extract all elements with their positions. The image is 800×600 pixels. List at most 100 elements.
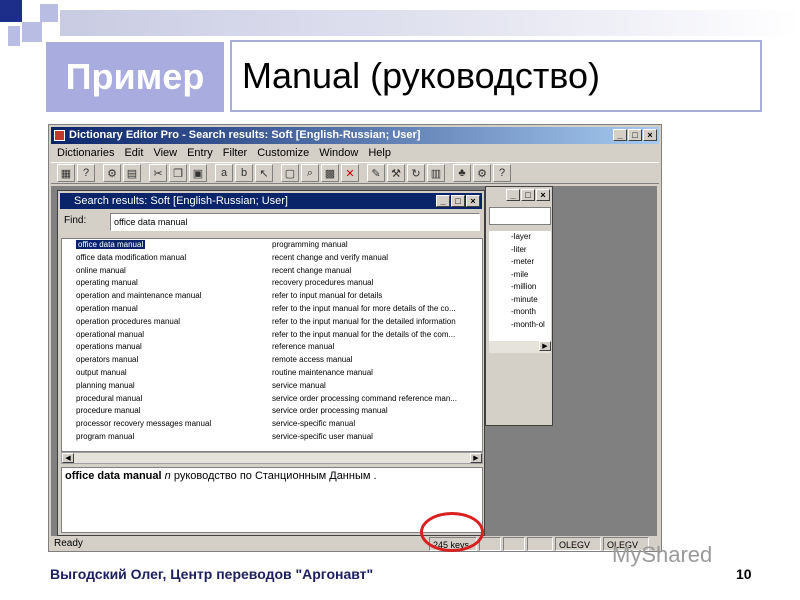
save-icon[interactable]: ▥ [427,164,445,182]
table-icon[interactable]: ▩ [321,164,339,182]
back-input[interactable] [489,207,551,225]
maximize-icon[interactable]: □ [451,195,465,207]
results-scrollbar[interactable]: ◀ ▶ [61,452,483,464]
settings-icon[interactable]: ⚙ [103,164,121,182]
result-left[interactable]: operational manual [62,329,272,342]
spell-icon[interactable]: a [215,164,233,182]
result-left[interactable]: operators manual [62,354,272,367]
scroll-right-icon[interactable]: ▶ [470,453,482,463]
list-item[interactable]: -liter [511,244,551,257]
result-right[interactable]: refer to the input manual for the detail… [272,329,468,342]
refresh-icon[interactable]: ↻ [407,164,425,182]
result-left[interactable]: operation and maintenance manual [62,290,272,303]
table-row[interactable]: procedural manual service order processin… [62,393,482,406]
table-row[interactable]: operational manual refer to the input man… [62,329,482,342]
back-scrollbar[interactable]: ▶ [489,341,551,353]
minimize-icon[interactable]: _ [506,189,520,201]
table-row[interactable]: output manual routine maintenance manual [62,367,482,380]
table-row[interactable]: office data manual programming manual [62,239,482,252]
result-right[interactable]: recent change manual [272,265,468,278]
minimize-icon[interactable]: _ [436,195,450,207]
list-item[interactable]: -million [511,281,551,294]
result-left[interactable]: online manual [62,265,272,278]
maximize-icon[interactable]: □ [628,129,642,141]
list-item[interactable]: -meter [511,256,551,269]
result-right[interactable]: service order processing command referen… [272,393,468,406]
list-item[interactable]: -mile [511,269,551,282]
search-window-titlebar[interactable]: Search results: Soft [English-Russian; U… [60,193,482,209]
help-icon[interactable]: ? [77,164,95,182]
table-row[interactable]: processor recovery messages manual servic… [62,418,482,431]
table-row[interactable]: program manual service-specific user manu… [62,431,482,444]
result-right[interactable]: recovery procedures manual [272,277,468,290]
result-left[interactable]: procedure manual [62,405,272,418]
table-row[interactable]: operators manual remote access manual [62,354,482,367]
document-icon[interactable]: ▤ [123,164,141,182]
table-row[interactable]: planning manual service manual [62,380,482,393]
result-right[interactable]: service manual [272,380,468,393]
menu-view[interactable]: View [153,145,177,161]
app-titlebar[interactable]: Dictionary Editor Pro - Search results: … [51,127,659,144]
delete-icon[interactable]: ✕ [341,164,359,182]
result-left[interactable]: operation manual [62,303,272,316]
result-left[interactable]: processor recovery messages manual [62,418,272,431]
users-icon[interactable]: ♣ [453,164,471,182]
close-icon[interactable]: × [466,195,480,207]
maximize-icon[interactable]: □ [521,189,535,201]
cut-icon[interactable]: ✂ [149,164,167,182]
result-right[interactable]: refer to the input manual for more detai… [272,303,468,316]
result-right[interactable]: service-specific user manual [272,431,468,444]
minimize-icon[interactable]: _ [613,129,627,141]
menu-edit[interactable]: Edit [124,145,143,161]
list-item[interactable]: -month-ol [511,319,551,332]
result-right[interactable]: reference manual [272,341,468,354]
table-row[interactable]: operation manual refer to the input manua… [62,303,482,316]
result-right[interactable]: refer to the input manual for the detail… [272,316,468,329]
menu-entry[interactable]: Entry [187,145,213,161]
result-right[interactable]: routine maintenance manual [272,367,468,380]
find-input[interactable]: office data manual [110,213,480,231]
grid-icon[interactable]: ▦ [57,164,75,182]
copy-icon[interactable]: ❐ [169,164,187,182]
paste-icon[interactable]: ▣ [189,164,207,182]
edit-icon[interactable]: ✎ [367,164,385,182]
result-left[interactable]: operation procedures manual [62,316,272,329]
result-left[interactable]: operations manual [62,341,272,354]
table-row[interactable]: operations manual reference manual [62,341,482,354]
close-icon[interactable]: × [536,189,550,201]
format-icon[interactable]: b [235,164,253,182]
result-left[interactable]: planning manual [62,380,272,393]
menu-help[interactable]: Help [368,145,391,161]
table-row[interactable]: operation and maintenance manual refer to… [62,290,482,303]
result-left[interactable]: output manual [62,367,272,380]
menu-customize[interactable]: Customize [257,145,309,161]
result-left[interactable]: program manual [62,431,272,444]
menu-dictionaries[interactable]: Dictionaries [57,145,114,161]
close-icon[interactable]: × [643,129,657,141]
back-child-window[interactable]: _ □ × -layer -liter -meter -mile -millio… [485,186,553,426]
table-row[interactable]: office data modification manual recent ch… [62,252,482,265]
table-row[interactable]: procedure manual service order processing… [62,405,482,418]
list-item[interactable]: -month [511,306,551,319]
result-right[interactable]: refer to input manual for details [272,290,468,303]
result-left[interactable]: office data modification manual [62,252,272,265]
result-right[interactable]: programming manual [272,239,468,252]
scroll-right-icon[interactable]: ▶ [539,341,551,351]
list-item[interactable]: -minute [511,294,551,307]
wrench-icon[interactable]: ⚙ [473,164,491,182]
table-row[interactable]: operating manual recovery procedures manu… [62,277,482,290]
new-entry-icon[interactable]: ▢ [281,164,299,182]
question-icon[interactable]: ? [493,164,511,182]
menu-window[interactable]: Window [319,145,358,161]
result-left[interactable]: operating manual [62,277,272,290]
scroll-left-icon[interactable]: ◀ [62,453,74,463]
search-icon[interactable]: ⌕ [301,164,319,182]
result-right[interactable]: recent change and verify manual [272,252,468,265]
pointer-icon[interactable]: ↖ [255,164,273,182]
result-right[interactable]: service-specific manual [272,418,468,431]
tools-icon[interactable]: ⚒ [387,164,405,182]
result-left[interactable]: procedural manual [62,393,272,406]
result-left[interactable]: office data manual [76,240,146,249]
result-right[interactable]: remote access manual [272,354,468,367]
result-right[interactable]: service order processing manual [272,405,468,418]
